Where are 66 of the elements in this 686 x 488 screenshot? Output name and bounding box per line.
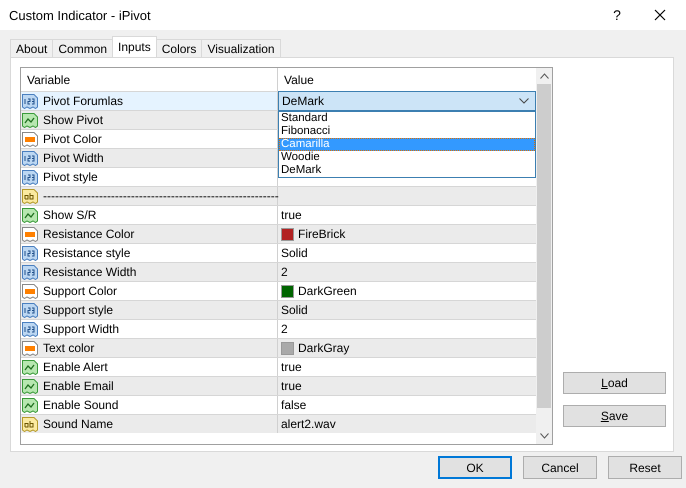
dropdown-option[interactable]: Fibonacci	[279, 125, 535, 138]
value-text: true	[281, 379, 302, 393]
variable-name: Pivot Color	[43, 132, 102, 146]
int-type-icon	[22, 264, 38, 280]
scrollbar[interactable]	[536, 68, 552, 444]
scroll-up-icon[interactable]	[540, 73, 548, 79]
variable-name: Pivot style	[43, 170, 98, 184]
value-text: 2	[281, 265, 288, 279]
int-type-icon	[22, 322, 38, 336]
int-type-icon	[22, 302, 38, 318]
value-dropdown[interactable]: DeMark	[278, 91, 536, 111]
variable-name: Support Color	[43, 284, 118, 298]
value-text: DarkGreen	[298, 284, 357, 298]
scroll-thumb[interactable]	[537, 84, 551, 408]
side-button[interactable]: Load	[563, 372, 666, 394]
bool-type-icon	[22, 378, 38, 394]
window-title: Custom Indicator - iPivot	[9, 8, 152, 22]
variable-name: Enable Alert	[43, 360, 108, 374]
variable-name: Resistance style	[43, 246, 130, 260]
dialog-button[interactable]: Cancel	[523, 456, 597, 479]
value-text: FireBrick	[298, 227, 346, 241]
scroll-down-icon[interactable]	[540, 433, 548, 439]
variable-name: Resistance Color	[43, 227, 134, 241]
column-header: Value	[283, 72, 315, 88]
variable-name: Resistance Width	[43, 265, 136, 279]
caret-icon	[519, 98, 529, 104]
tab[interactable]: Inputs	[112, 36, 157, 57]
variable-name: Show S/R	[43, 208, 96, 222]
variable-name: Pivot Forumlas	[43, 94, 124, 108]
variable-name: Enable Sound	[43, 398, 118, 412]
int-type-icon	[22, 246, 38, 260]
value-text: Solid	[281, 303, 308, 317]
dialog-button[interactable]: OK	[438, 456, 512, 479]
variable-name: Pivot Width	[43, 151, 104, 165]
variable-name: Sound Name	[43, 417, 114, 431]
value-text: DarkGray	[298, 341, 350, 355]
bool-type-icon	[22, 398, 38, 412]
variable-name: Support style	[43, 303, 114, 317]
dropdown-option[interactable]: Standard	[279, 112, 535, 125]
string-type-icon	[22, 416, 38, 432]
bool-type-icon	[22, 112, 38, 128]
variable-name: Text color	[43, 341, 94, 355]
string-type-icon	[22, 188, 38, 204]
dialog-button[interactable]: Reset	[608, 456, 682, 479]
variable-name: Enable Email	[43, 379, 114, 393]
side-button[interactable]: Save	[563, 405, 666, 427]
value-text: true	[281, 360, 302, 374]
int-type-icon	[22, 150, 38, 166]
close-icon[interactable]	[654, 9, 666, 21]
dropdown-option[interactable]: DeMark	[279, 164, 535, 177]
help-button[interactable]: ?	[594, 6, 640, 24]
dropdown-option[interactable]: Woodie	[279, 151, 535, 164]
variable-name: Show Pivot	[43, 113, 104, 127]
int-type-icon	[22, 94, 38, 108]
value-text: 2	[281, 322, 288, 336]
tab[interactable]: Visualization	[201, 39, 281, 57]
int-type-icon	[22, 170, 38, 184]
variable-name: -----------------------------------------------------------	[43, 189, 279, 203]
tab[interactable]: About	[10, 39, 54, 57]
value-text: Solid	[281, 246, 308, 260]
value-text: true	[281, 208, 302, 222]
value-text: false	[281, 398, 306, 412]
bool-type-icon	[22, 360, 38, 374]
variable-name: Support Width	[43, 322, 120, 336]
value-text: alert2.wav	[281, 417, 336, 431]
bool-type-icon	[22, 208, 38, 222]
